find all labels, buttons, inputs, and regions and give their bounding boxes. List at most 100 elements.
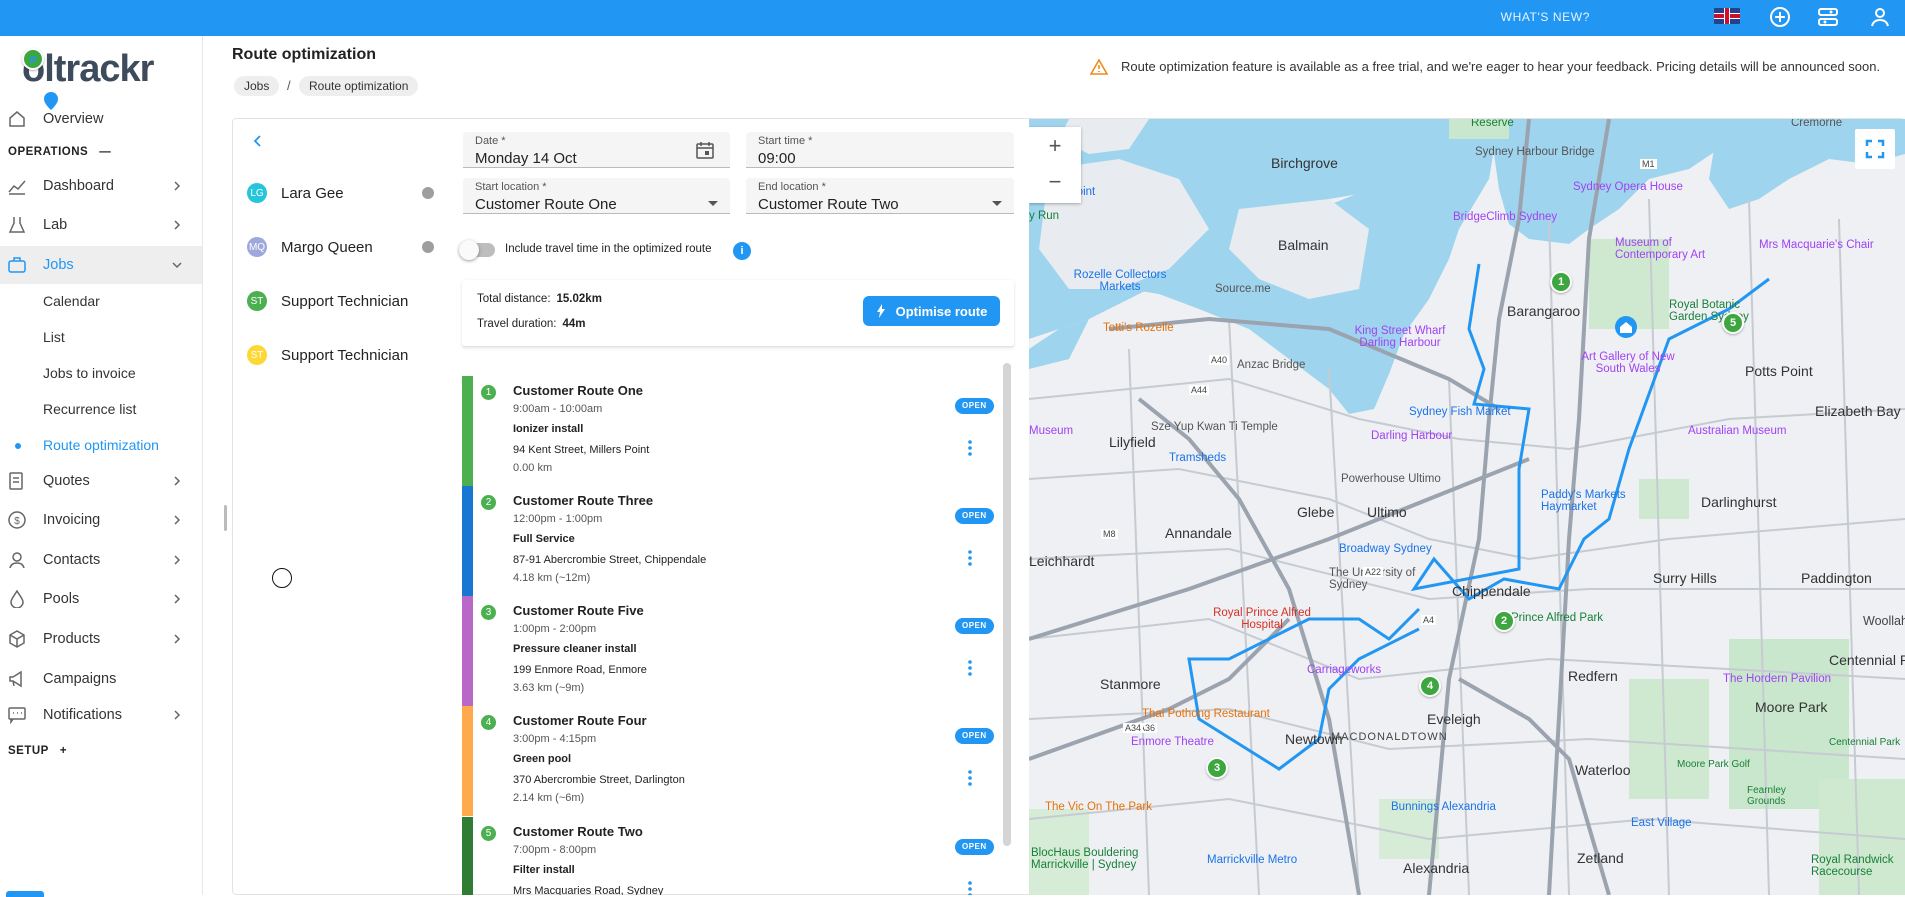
poi-reserve[interactable]: Reserve xyxy=(1471,119,1514,129)
poi-marrickville-metro[interactable]: Marrickville Metro xyxy=(1207,854,1297,866)
poi-moore-park-golf[interactable]: Moore Park Golf xyxy=(1677,759,1750,770)
info-icon[interactable]: i xyxy=(733,242,751,260)
sidebar-resize-handle[interactable] xyxy=(224,505,227,531)
more-vert-icon[interactable] xyxy=(968,881,972,895)
sidebar-item-invoicing[interactable]: $ Invoicing xyxy=(0,501,202,539)
poi-rozelle-collectors-markets[interactable]: Rozelle Collectors Markets xyxy=(1065,269,1175,293)
fullscreen-icon[interactable] xyxy=(1855,129,1895,169)
poi-tramsheds[interactable]: Tramsheds xyxy=(1169,452,1226,464)
start-location-select[interactable]: Start location * Customer Route One xyxy=(463,178,730,214)
sidebar-subitem-route-optimization[interactable]: Route optimization xyxy=(43,437,159,453)
technician-item[interactable]: ST Support Technician xyxy=(247,340,447,370)
route-map[interactable]: Birchgrove Balmain Barangaroo Potts Poin… xyxy=(1029,119,1905,895)
route-stop-pin[interactable]: 2 xyxy=(1493,610,1515,632)
route-stop[interactable]: 4 Customer Route Four 3:00pm - 4:15pm Gr… xyxy=(462,706,1002,816)
route-stop-pin[interactable]: 1 xyxy=(1550,271,1572,293)
poi-sze-yup-kwan-ti-temple[interactable]: Sze Yup Kwan Ti Temple xyxy=(1151,421,1278,433)
route-stop[interactable]: 1 Customer Route One 9:00am - 10:00am Io… xyxy=(462,376,1002,486)
sidebar-item-dashboard[interactable]: Dashboard xyxy=(0,167,202,205)
poi-paddys-markets[interactable]: Paddy's Markets Haymarket xyxy=(1541,489,1631,513)
sidebar-item-notifications[interactable]: Notifications xyxy=(0,696,202,734)
poi-cremorne[interactable]: Cremorne xyxy=(1791,119,1842,129)
pooltrackr-logo[interactable]: p oltrackr xyxy=(22,48,154,91)
setup-header[interactable]: SETUP + xyxy=(8,745,67,757)
sidebar-item-products[interactable]: Products xyxy=(0,620,202,658)
end-location-select[interactable]: End location * Customer Route Two xyxy=(746,178,1014,214)
route-stop[interactable]: 5 Customer Route Two 7:00pm - 8:00pm Fil… xyxy=(462,817,1002,895)
poi-thai-pothong[interactable]: Thai Pothong Restaurant xyxy=(1142,708,1270,720)
travel-time-toggle[interactable] xyxy=(459,240,495,260)
chat-widget-button[interactable] xyxy=(6,891,44,897)
route-stop-pin[interactable]: 4 xyxy=(1419,675,1441,697)
home-start-marker-icon[interactable] xyxy=(1615,316,1637,338)
poi-powerhouse-ultimo[interactable]: Powerhouse Ultimo xyxy=(1341,473,1441,485)
poi-darling-harbour[interactable]: Darling Harbour xyxy=(1371,430,1452,442)
more-vert-icon[interactable] xyxy=(968,660,972,676)
start-time-field[interactable]: Start time * 09:00 xyxy=(746,132,1014,168)
sidebar-item-contacts[interactable]: Contacts xyxy=(0,541,202,579)
zoom-out-button[interactable]: − xyxy=(1029,167,1081,201)
poi-royal-randwick-racecourse[interactable]: Royal Randwick Racecourse xyxy=(1811,854,1901,878)
poi-sydney-harbour-bridge[interactable]: Sydney Harbour Bridge xyxy=(1475,146,1595,158)
more-vert-icon[interactable] xyxy=(968,550,972,566)
poi-anzac-bridge[interactable]: Anzac Bridge xyxy=(1237,359,1305,371)
whats-new-link[interactable]: WHAT'S NEW? xyxy=(1501,10,1590,24)
poi-royal-botanic-garden[interactable]: Royal Botanic Garden Sydney xyxy=(1669,299,1759,323)
date-field[interactable]: Date * Monday 14 Oct xyxy=(463,132,730,168)
poi-centennial-park[interactable]: Centennial Park xyxy=(1829,737,1900,748)
poi-museum[interactable]: Museum xyxy=(1029,425,1073,437)
poi-fearnley-grounds[interactable]: Fearnley Grounds xyxy=(1747,785,1817,807)
poi-enmore-theatre[interactable]: Enmore Theatre xyxy=(1131,736,1214,748)
zoom-in-button[interactable]: + xyxy=(1029,131,1081,165)
poi-tottis-rozelle[interactable]: Totti's Rozelle xyxy=(1103,322,1174,334)
sidebar-item-lab[interactable]: Lab xyxy=(0,206,202,244)
sidebar-subitem-calendar[interactable]: Calendar xyxy=(43,293,100,309)
breadcrumb-jobs[interactable]: Jobs xyxy=(234,76,280,96)
poi-carriageworks[interactable]: Carriageworks xyxy=(1307,664,1381,676)
poi-blochaus-bouldering[interactable]: BlocHaus Bouldering Marrickville | Sydne… xyxy=(1031,847,1171,871)
route-stop-pin[interactable]: 3 xyxy=(1206,757,1228,779)
poi-broadway-sydney[interactable]: Broadway Sydney xyxy=(1339,543,1432,555)
technician-item[interactable]: LG Lara Gee xyxy=(247,178,447,208)
calendar-icon[interactable] xyxy=(696,141,714,159)
sidebar-subitem-jobs-to-invoice[interactable]: Jobs to invoice xyxy=(43,365,136,381)
poi-vic-on-the-park[interactable]: The Vic On The Park xyxy=(1045,801,1152,813)
more-vert-icon[interactable] xyxy=(968,440,972,456)
poi-sydney-fish-market[interactable]: Sydney Fish Market xyxy=(1409,406,1511,418)
poi-art-gallery-nsw[interactable]: Art Gallery of New South Wales xyxy=(1573,351,1683,375)
operations-header[interactable]: OPERATIONS — xyxy=(8,146,111,158)
user-account-icon[interactable] xyxy=(1868,5,1892,29)
sidebar-item-quotes[interactable]: Quotes xyxy=(0,462,202,500)
poi-east-village[interactable]: East Village xyxy=(1631,817,1692,829)
route-stop[interactable]: 2 Customer Route Three 12:00pm - 1:00pm … xyxy=(462,486,1002,596)
stop-list-scrollbar[interactable] xyxy=(1003,363,1011,846)
poi-sydney-opera-house[interactable]: Sydney Opera House xyxy=(1573,181,1683,193)
sidebar-item-pools[interactable]: Pools xyxy=(0,580,202,618)
technician-item[interactable]: MQ Margo Queen xyxy=(247,232,447,262)
sidebar-item-campaigns[interactable]: Campaigns xyxy=(0,660,202,698)
route-stop[interactable]: 3 Customer Route Five 1:00pm - 2:00pm Pr… xyxy=(462,596,1002,706)
back-arrow-icon[interactable] xyxy=(252,134,264,148)
sidebar-subitem-list[interactable]: List xyxy=(43,329,65,345)
poi-royal-prince-alfred-hospital[interactable]: Royal Prince Alfred Hospital xyxy=(1207,607,1317,631)
technician-item[interactable]: ST Support Technician xyxy=(247,286,447,316)
poi-source-me[interactable]: Source.me xyxy=(1215,283,1271,295)
poi-hordern-pavilion[interactable]: The Hordern Pavilion xyxy=(1723,673,1831,685)
settings-panel-icon[interactable] xyxy=(1816,5,1840,29)
poi-australian-museum[interactable]: Australian Museum xyxy=(1688,425,1786,437)
sidebar-item-overview[interactable]: Overview xyxy=(0,100,202,138)
optimise-route-button[interactable]: Optimise route xyxy=(863,296,1000,326)
add-circle-icon[interactable] xyxy=(1768,5,1792,29)
poi-y-run[interactable]: y Run xyxy=(1029,210,1059,222)
uk-flag-icon[interactable] xyxy=(1714,8,1740,24)
sidebar-subitem-recurrence-list[interactable]: Recurrence list xyxy=(43,401,136,417)
poi-mrs-macquaries-chair[interactable]: Mrs Macquarie's Chair xyxy=(1759,239,1874,251)
poi-prince-alfred-park[interactable]: Prince Alfred Park xyxy=(1511,612,1603,624)
poi-bridgeclimb-sydney[interactable]: BridgeClimb Sydney xyxy=(1453,211,1557,223)
poi-bunnings-alexandria[interactable]: Bunnings Alexandria xyxy=(1391,801,1496,813)
sidebar-item-jobs[interactable]: Jobs xyxy=(0,246,202,284)
poi-king-street-wharf[interactable]: King Street Wharf Darling Harbour xyxy=(1345,325,1455,349)
route-stop-pin[interactable]: 5 xyxy=(1722,312,1744,334)
more-vert-icon[interactable] xyxy=(968,770,972,786)
poi-museum-of-contemporary-art[interactable]: Museum of Contemporary Art xyxy=(1615,237,1715,261)
